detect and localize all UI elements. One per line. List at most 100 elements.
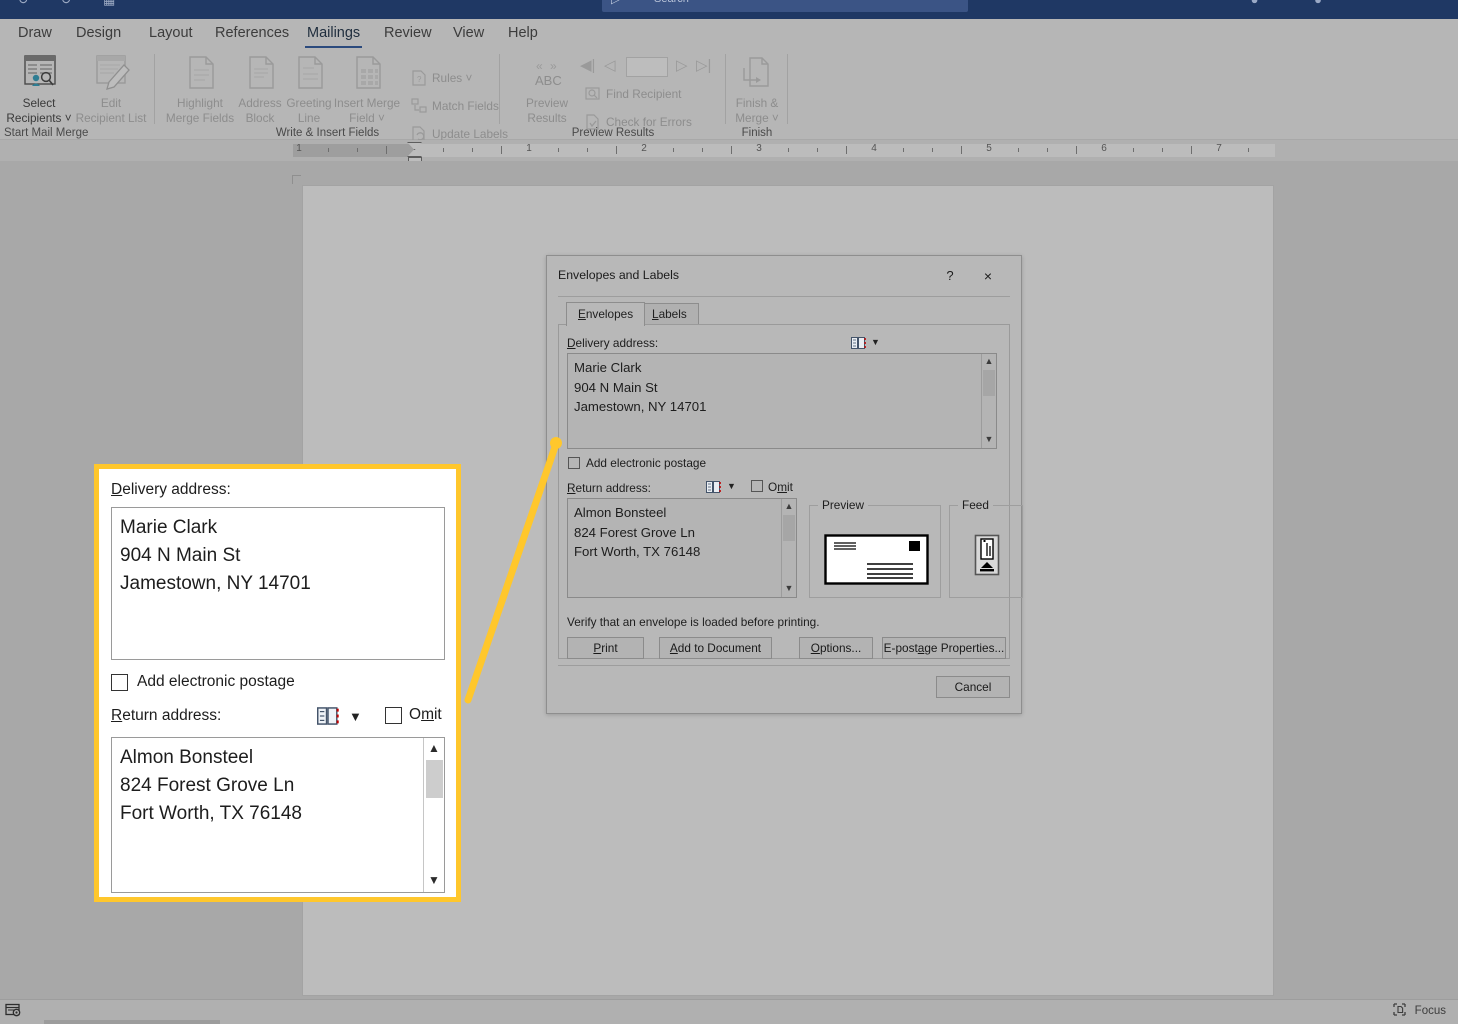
record-navigator: ◀| ◁ ▷ ▷|: [580, 56, 720, 80]
scrollbar-thumb[interactable]: [783, 515, 795, 541]
ruler-number: 1: [526, 143, 532, 154]
tab-envelopes[interactable]: Envelopes: [566, 302, 645, 326]
ruler-track: [293, 144, 1275, 157]
ribbon-tab-strip: Draw Design Layout References Mailings R…: [0, 19, 1458, 50]
ruler-number: 3: [756, 143, 762, 154]
tab-review[interactable]: Review: [380, 25, 436, 41]
first-record-icon[interactable]: ◀|: [580, 56, 595, 74]
select-recipients-button[interactable]: Select Recipients ˅: [2, 52, 76, 126]
svg-text:»: »: [550, 59, 557, 73]
svg-text:«: «: [536, 59, 543, 73]
return-address-scrollbar[interactable]: ▲ ▼: [781, 499, 796, 597]
focus-mode-button[interactable]: Focus: [1393, 1003, 1446, 1017]
scroll-down-icon[interactable]: ▼: [982, 433, 996, 447]
verify-note: Verify that an envelope is loaded before…: [567, 615, 820, 629]
ribbon-group-finish: Finish & Merge ˅ Finish: [726, 50, 788, 140]
tab-mailings[interactable]: Mailings: [303, 25, 364, 41]
insert-merge-field-button[interactable]: Insert Merge Field ˅: [330, 52, 404, 126]
tab-layout[interactable]: Layout: [145, 25, 197, 41]
focus-icon: [1393, 1003, 1406, 1016]
window-title-bar: ↺ ↻ ▦ ▷ Search ● ●: [0, 0, 1458, 19]
callout-omit-label: Omit: [409, 706, 442, 724]
envelope-feed-icon[interactable]: [971, 534, 1003, 576]
tab-draw[interactable]: Draw: [14, 25, 56, 41]
options-button[interactable]: Options...: [799, 637, 873, 659]
svg-text:?: ?: [417, 75, 422, 84]
envelope-preview-icon: [824, 534, 929, 585]
dialog-footer: Cancel: [558, 665, 1010, 705]
tab-design[interactable]: Design: [72, 25, 125, 41]
envelopes-tab-panel: Delivery address: ▼ Marie Clark904 N Mai…: [558, 324, 1010, 659]
record-number-input[interactable]: [626, 57, 668, 77]
select-recipients-label-1: Select: [23, 96, 56, 110]
close-icon[interactable]: ×: [975, 264, 1001, 288]
address-book-icon[interactable]: [706, 481, 721, 493]
next-record-icon[interactable]: ▷: [676, 56, 688, 74]
scroll-down-icon[interactable]: ▼: [782, 582, 796, 596]
callout-chevron-down-icon[interactable]: ▼: [349, 709, 362, 724]
edit-recipient-list-button[interactable]: Edit Recipient List: [74, 52, 148, 126]
finish-and-merge-label-2: Merge ˅: [735, 111, 779, 125]
group-label-preview-results: Preview Results: [500, 127, 726, 139]
scrollbar-thumb[interactable]: [983, 370, 995, 396]
callout-add-electronic-postage-checkbox[interactable]: [111, 674, 128, 691]
tab-view[interactable]: View: [449, 25, 488, 41]
callout-return-scrollbar[interactable]: ▲ ▼: [423, 738, 444, 892]
address-book-icon[interactable]: [851, 337, 866, 349]
delivery-address-value: Marie Clark904 N Main StJamestown, NY 14…: [574, 360, 706, 414]
help-button[interactable]: ?: [937, 264, 963, 288]
page-corner-marker: [292, 175, 301, 184]
scroll-up-icon[interactable]: ▲: [424, 740, 444, 758]
scroll-up-icon[interactable]: ▲: [982, 355, 996, 369]
scrollbar-thumb[interactable]: [426, 760, 443, 798]
print-button[interactable]: Print: [567, 637, 644, 659]
rules-icon: ?: [411, 70, 428, 86]
horizontal-ruler[interactable]: 1 1 2 3 4 5 6 7: [0, 140, 1458, 161]
greeting-line-label-2: Line: [298, 111, 320, 125]
preview-group: Preview: [809, 505, 941, 598]
preview-results-button[interactable]: « » ABC Preview Results: [510, 52, 584, 126]
callout-return-address-label: Return address:: [111, 707, 221, 725]
preview-results-label-1: Preview: [526, 96, 568, 110]
rules-menu-item[interactable]: ? Rules ˅: [410, 70, 472, 88]
delivery-address-scrollbar[interactable]: ▲ ▼: [981, 354, 996, 448]
insert-merge-field-icon: [330, 52, 404, 94]
tab-references[interactable]: References: [211, 25, 293, 41]
web-layout-icon[interactable]: [5, 1003, 22, 1018]
tab-help[interactable]: Help: [504, 25, 542, 41]
omit-checkbox[interactable]: [751, 480, 763, 492]
match-fields-icon: [411, 98, 428, 114]
tab-labels[interactable]: Labels: [640, 303, 699, 325]
match-fields-menu-item[interactable]: Match Fields: [410, 98, 499, 116]
chevron-down-icon[interactable]: ▼: [727, 481, 736, 491]
quick-access-toolbar[interactable]: ↺ ↻ ▦: [18, 0, 129, 8]
ribbon-group-start-mail-merge: Select Recipients ˅ Edit Recipient List …: [0, 50, 155, 140]
finish-and-merge-button[interactable]: Finish & Merge ˅: [720, 52, 794, 126]
e-postage-properties-button[interactable]: E-postage Properties...: [882, 637, 1006, 659]
edit-recipient-list-icon: [74, 52, 148, 94]
ribbon-group-preview-results: « » ABC Preview Results ◀| ◁ ▷ ▷| Find R…: [500, 50, 726, 140]
callout-delivery-address-input[interactable]: Marie Clark904 N Main StJamestown, NY 14…: [111, 507, 445, 660]
return-address-input[interactable]: Almon Bonsteel824 Forest Grove LnFort Wo…: [567, 498, 797, 598]
chevron-down-icon[interactable]: ▼: [871, 337, 880, 347]
last-record-icon[interactable]: ▷|: [696, 56, 711, 74]
delivery-address-input[interactable]: Marie Clark904 N Main StJamestown, NY 14…: [567, 353, 997, 449]
abc-preview-icon: « » ABC: [510, 52, 584, 94]
callout-omit-checkbox[interactable]: [385, 707, 402, 724]
svg-text:ABC: ABC: [535, 73, 562, 88]
scroll-down-icon[interactable]: ▼: [424, 872, 444, 890]
callout-address-book-icon[interactable]: [317, 707, 339, 725]
scroll-up-icon[interactable]: ▲: [782, 500, 796, 514]
search-box[interactable]: ▷ Search: [602, 0, 968, 12]
select-recipients-label-2: Recipients ˅: [6, 111, 71, 125]
group-label-start-mail-merge: Start Mail Merge: [4, 127, 88, 139]
find-recipient-icon: [585, 86, 602, 102]
add-to-document-button[interactable]: Add to Document: [659, 637, 772, 659]
callout-return-address-input[interactable]: Almon Bonsteel824 Forest Grove LnFort Wo…: [111, 737, 445, 893]
find-recipient-label: Find Recipient: [606, 87, 681, 101]
add-electronic-postage-checkbox[interactable]: [568, 457, 580, 469]
cancel-button[interactable]: Cancel: [936, 676, 1010, 698]
previous-record-icon[interactable]: ◁: [604, 56, 616, 74]
account-icons[interactable]: ● ●: [1251, 0, 1348, 7]
find-recipient-menu-item[interactable]: Find Recipient: [584, 86, 681, 104]
